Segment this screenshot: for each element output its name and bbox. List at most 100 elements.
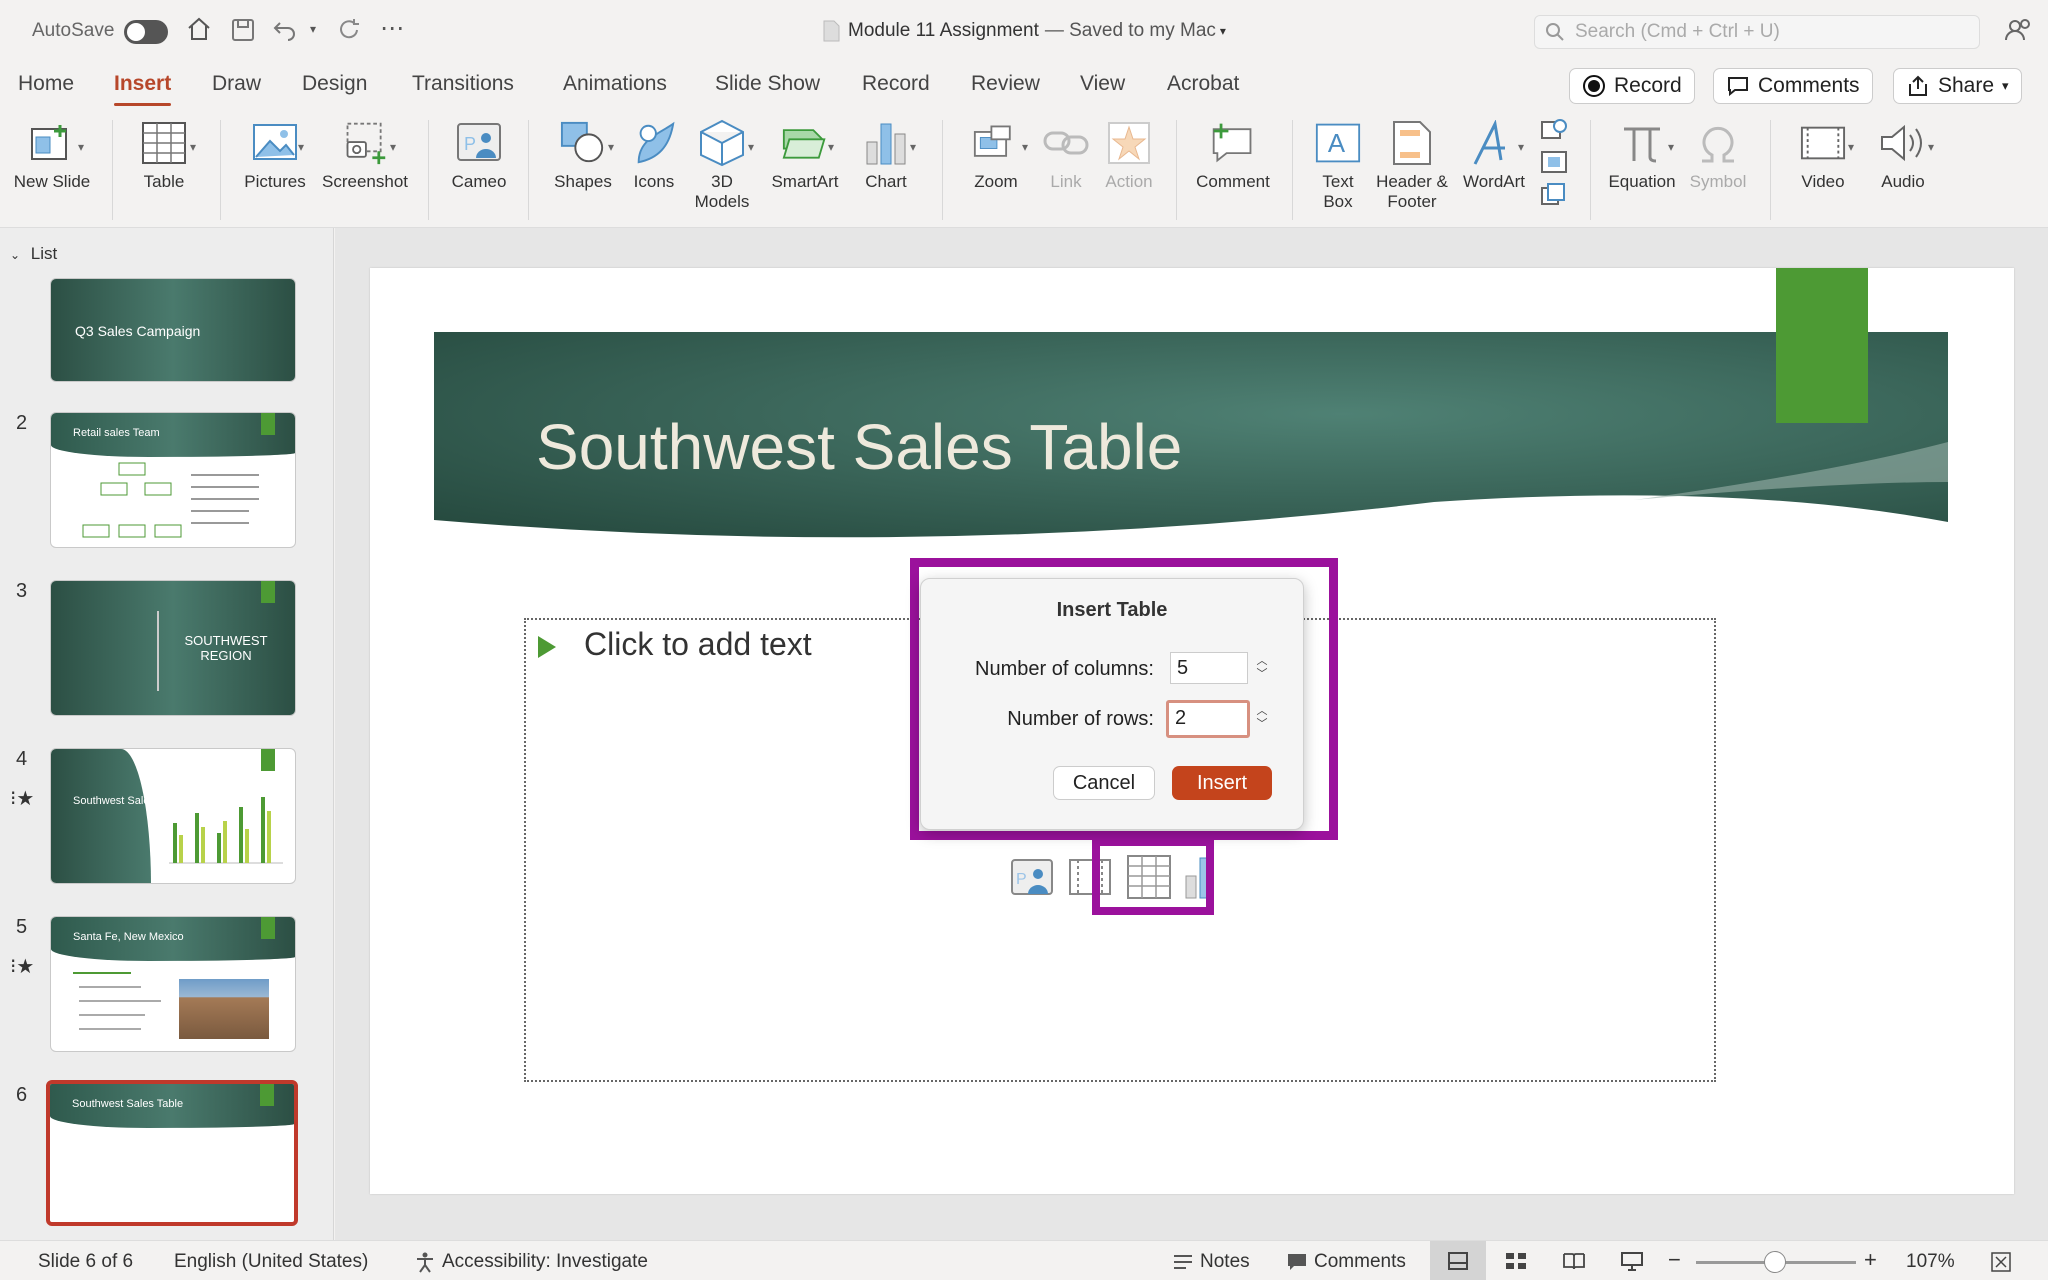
tab-animations[interactable]: Animations	[563, 72, 667, 96]
comment-insert-button[interactable]: Comment	[1192, 120, 1274, 192]
object-icon[interactable]	[1540, 182, 1568, 206]
presenter-view-button[interactable]	[1620, 1251, 1644, 1271]
shapes-button[interactable]: Shapes	[548, 120, 618, 192]
chart-button[interactable]: Chart	[852, 120, 920, 192]
3d-models-button[interactable]: 3D Models	[694, 119, 750, 212]
slide-thumbnail-6[interactable]: Southwest Sales Table	[46, 1080, 298, 1226]
chevron-down-icon[interactable]: ▾	[298, 140, 304, 154]
slide-title[interactable]: Southwest Sales Table	[536, 410, 1182, 484]
tab-review[interactable]: Review	[971, 72, 1040, 96]
zoom-out-button[interactable]: −	[1668, 1247, 1681, 1273]
tab-acrobat[interactable]: Acrobat	[1167, 72, 1239, 96]
placeholder-text[interactable]: Click to add text	[584, 626, 812, 663]
tab-record[interactable]: Record	[862, 72, 930, 96]
slide-number-icon[interactable]	[1540, 150, 1568, 174]
slide-thumbnail-2[interactable]: Retail sales Team	[50, 412, 296, 548]
chevron-down-icon[interactable]: ▾	[1928, 140, 1934, 154]
ribbon-divider	[1176, 120, 1177, 220]
chevron-down-icon[interactable]: ▾	[828, 140, 834, 154]
equation-button[interactable]: Equation	[1602, 120, 1682, 192]
slide-green-tag	[1776, 268, 1868, 423]
smartart-button[interactable]: SmartArt	[766, 120, 844, 192]
chevron-up-icon[interactable]: ︿	[1257, 705, 1268, 718]
date-time-icon[interactable]	[1540, 118, 1568, 142]
comments-button[interactable]: Comments	[1713, 68, 1873, 104]
pictures-button[interactable]: Pictures	[236, 120, 314, 192]
animation-star-icon: ⁝★	[10, 788, 35, 810]
slide-sorter-button[interactable]	[1504, 1251, 1528, 1271]
chevron-down-icon[interactable]: ▾	[1668, 140, 1674, 154]
new-slide-button[interactable]: New Slide	[12, 120, 92, 192]
cameo-button[interactable]: P Cameo	[444, 120, 514, 192]
chevron-down-icon[interactable]: ▾	[190, 140, 196, 154]
slide-thumbnail-1[interactable]: Q3 Sales Campaign	[50, 278, 296, 382]
chevron-down-icon[interactable]: ▾	[2002, 78, 2009, 94]
tab-transitions[interactable]: Transitions	[412, 72, 514, 96]
columns-input[interactable]: 5	[1170, 652, 1248, 684]
zoom-level[interactable]: 107%	[1906, 1251, 1955, 1273]
shapes-icon	[560, 120, 606, 166]
zoom-slider-handle[interactable]	[1764, 1251, 1786, 1273]
fit-to-window-button[interactable]	[1990, 1251, 2012, 1273]
cancel-button[interactable]: Cancel	[1053, 766, 1155, 800]
chevron-down-icon[interactable]: ▾	[608, 140, 614, 154]
action-button[interactable]: Action	[1098, 120, 1160, 192]
insert-button[interactable]: Insert	[1172, 766, 1272, 800]
chevron-down-icon[interactable]: ▾	[390, 140, 396, 154]
zoom-button[interactable]: Zoom	[960, 120, 1032, 192]
reading-view-button[interactable]	[1562, 1251, 1586, 1271]
link-button[interactable]: Link	[1040, 120, 1092, 192]
wordart-button[interactable]: WordArt	[1458, 120, 1530, 192]
list-header-label: List	[30, 244, 58, 263]
insert-cameo-icon[interactable]: P	[1010, 858, 1056, 898]
chevron-down-icon[interactable]: ▾	[748, 140, 754, 154]
tab-slide-show[interactable]: Slide Show	[715, 72, 820, 96]
chevron-down-icon[interactable]: ▾	[1518, 140, 1524, 154]
screenshot-button[interactable]: Screenshot	[316, 120, 414, 192]
notes-button[interactable]: Notes	[1172, 1251, 1250, 1273]
language-status[interactable]: English (United States)	[174, 1251, 368, 1273]
rows-input[interactable]: 2	[1166, 700, 1250, 738]
tab-home[interactable]: Home	[18, 72, 74, 96]
status-comments-button[interactable]: Comments	[1286, 1251, 1406, 1273]
chevron-down-icon[interactable]: ﹀	[1257, 718, 1268, 731]
text-small-tools	[1540, 118, 1568, 206]
slide-thumbnail-3[interactable]: SOUTHWEST REGION	[50, 580, 296, 716]
chevron-down-icon[interactable]: ▾	[1220, 24, 1226, 38]
list-header[interactable]: ⌄ List	[10, 244, 57, 264]
symbol-button[interactable]: Symbol	[1686, 120, 1750, 192]
chevron-down-icon[interactable]: ▾	[1022, 140, 1028, 154]
audio-button[interactable]: Audio	[1868, 120, 1938, 192]
table-button[interactable]: Table	[124, 120, 204, 192]
tab-draw[interactable]: Draw	[212, 72, 261, 96]
record-button[interactable]: Record	[1569, 68, 1695, 104]
icons-button[interactable]: Icons	[626, 120, 682, 192]
icons-label: Icons	[633, 172, 675, 191]
slide-thumbnail-4[interactable]: Southwest Sales	[50, 748, 296, 884]
search-input[interactable]: Search (Cmd + Ctrl + U)	[1534, 15, 1980, 49]
wordart-label: WordArt	[1462, 172, 1526, 191]
chevron-down-icon[interactable]: ﹀	[1257, 668, 1268, 681]
tab-insert[interactable]: Insert	[114, 72, 172, 106]
normal-view-button[interactable]	[1430, 1241, 1486, 1280]
rows-stepper[interactable]: ︿ ﹀	[1252, 702, 1272, 734]
slide-thumbnail-5[interactable]: Santa Fe, New Mexico	[50, 916, 296, 1052]
chevron-up-icon[interactable]: ︿	[1257, 655, 1268, 668]
share-button[interactable]: Share ▾	[1893, 68, 2022, 104]
equation-label: Equation	[1608, 172, 1676, 191]
text-box-button[interactable]: A Text Box	[1306, 120, 1370, 212]
video-button[interactable]: Video	[1788, 120, 1858, 192]
ribbon-divider	[1770, 120, 1771, 220]
tab-design[interactable]: Design	[302, 72, 367, 96]
accessibility-status[interactable]: Accessibility: Investigate	[414, 1251, 648, 1273]
account-icon[interactable]	[2004, 16, 2032, 44]
chevron-down-icon[interactable]: ▾	[1848, 140, 1854, 154]
chevron-down-icon[interactable]: ▾	[78, 140, 84, 154]
zoom-in-button[interactable]: +	[1864, 1247, 1877, 1273]
columns-stepper[interactable]: ︿ ﹀	[1252, 652, 1272, 684]
thumbnail-title: Santa Fe, New Mexico	[73, 931, 184, 943]
header-footer-button[interactable]: Header & Footer	[1372, 120, 1452, 212]
tab-view[interactable]: View	[1080, 72, 1125, 96]
chevron-down-icon[interactable]: ▾	[910, 140, 916, 154]
zoom-icon	[973, 120, 1019, 166]
